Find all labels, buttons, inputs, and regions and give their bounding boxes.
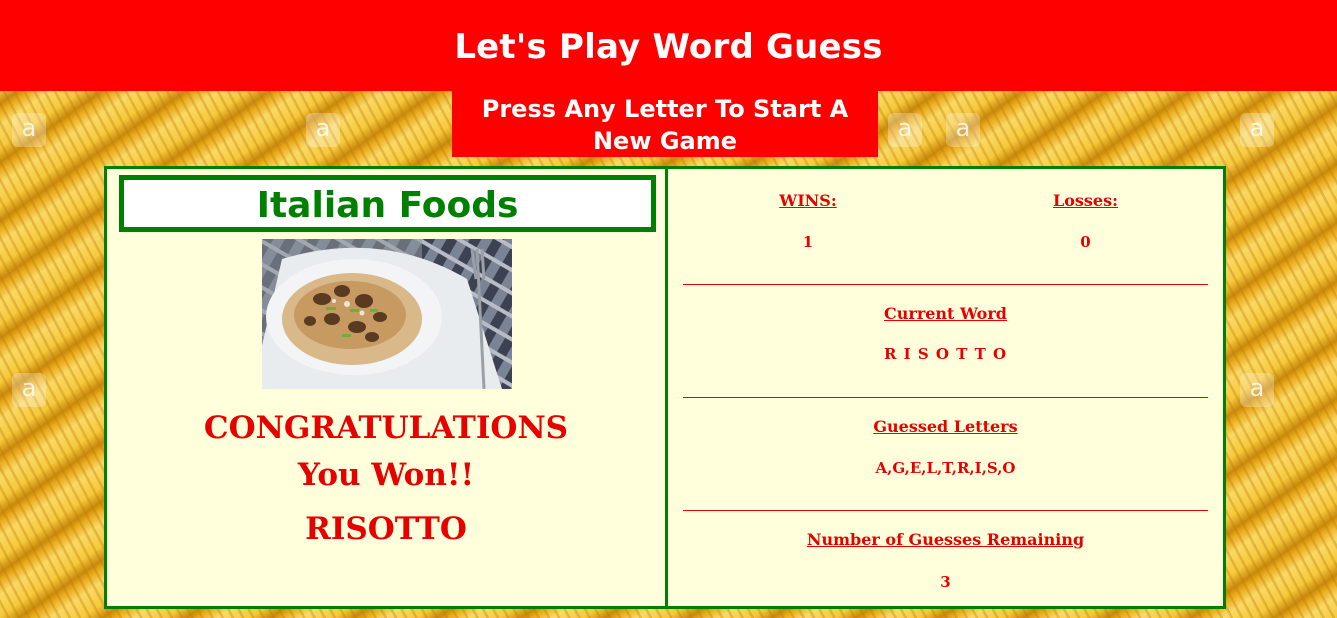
divider (683, 510, 1208, 511)
food-image (262, 239, 512, 389)
you-won-text: You Won!! (297, 457, 475, 493)
current-word-label: Current Word (884, 304, 1007, 323)
category-title: Italian Foods (119, 175, 656, 232)
page-title: Let's Play Word Guess (454, 27, 883, 67)
guesses-remaining-value: 3 (940, 573, 951, 591)
guessed-letters-value: A,G,E,L,T,R,I,S,O (875, 459, 1016, 477)
watermark-icon: a (888, 113, 922, 147)
losses-value: 0 (1080, 233, 1091, 251)
watermark-icon: a (12, 113, 46, 147)
divider (683, 397, 1208, 398)
watermark-icon: a (1240, 373, 1274, 407)
watermark-icon: a (306, 113, 340, 147)
watermark-icon: a (946, 113, 980, 147)
solved-word: RISOTTO (305, 511, 467, 547)
game-panel: Italian Foods CONGRATULATIONS You Won!! … (104, 166, 668, 609)
wins-label: WINS: (779, 191, 837, 210)
start-banner: Press Any Letter To Start A New Game (452, 91, 878, 157)
watermark-icon: a (12, 373, 46, 407)
guesses-remaining-label: Number of Guesses Remaining (806, 530, 1085, 549)
congratulations-text: CONGRATULATIONS (203, 410, 569, 446)
page-header: Let's Play Word Guess (0, 0, 1337, 91)
watermark-icon: a (1240, 113, 1274, 147)
current-word-value: R I S O T T O (883, 345, 1008, 363)
losses-label: Losses: (1052, 191, 1119, 210)
divider (683, 284, 1208, 285)
wins-value: 1 (802, 233, 814, 251)
guessed-letters-label: Guessed Letters (873, 417, 1018, 436)
scoreboard-panel: WINS: 1 Losses: 0 Current Word R I S O T… (665, 166, 1226, 609)
